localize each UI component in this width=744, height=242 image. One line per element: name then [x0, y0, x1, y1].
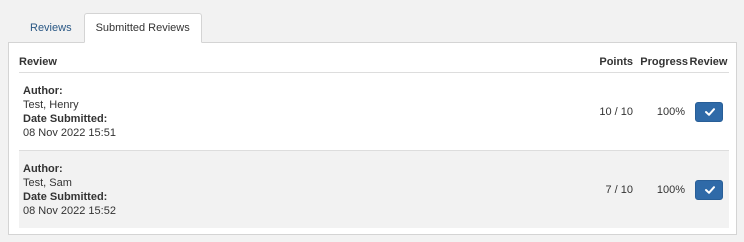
tab-submitted-reviews[interactable]: Submitted Reviews: [83, 13, 202, 43]
review-action-cell: [688, 73, 729, 151]
header-review: Review: [19, 51, 583, 73]
review-button[interactable]: [694, 101, 723, 122]
date-submitted-value: 08 Nov 2022 15:51: [23, 126, 116, 139]
date-submitted-label: Date Submitted:: [23, 190, 108, 203]
tab-reviews[interactable]: Reviews: [18, 13, 84, 42]
review-info: Author: Test, Henry Date Submitted: 08 N…: [19, 73, 583, 151]
date-submitted-label: Date Submitted:: [23, 112, 108, 125]
check-icon: [704, 185, 715, 194]
table-header-row: Review Points Progress Review: [19, 51, 729, 73]
table-row: Author: Test, Sam Date Submitted: 08 Nov…: [19, 150, 729, 228]
progress-value: 100%: [636, 150, 688, 228]
review-action-cell: [688, 150, 729, 228]
header-points: Points: [583, 51, 636, 73]
review-button[interactable]: [694, 179, 723, 200]
table-row: Author: Test, Henry Date Submitted: 08 N…: [19, 73, 729, 151]
author-name: Test, Henry: [23, 98, 79, 111]
author-name: Test, Sam: [23, 176, 72, 189]
author-label: Author:: [23, 84, 63, 97]
review-info: Author: Test, Sam Date Submitted: 08 Nov…: [19, 150, 583, 228]
tab-bar: Reviews Submitted Reviews: [18, 13, 202, 43]
header-review-action: Review: [688, 51, 729, 73]
header-progress: Progress: [636, 51, 688, 73]
points-value: 7 / 10: [583, 150, 636, 228]
submitted-reviews-table: Review Points Progress Review Author: Te…: [19, 51, 729, 228]
author-label: Author:: [23, 162, 63, 175]
date-submitted-value: 08 Nov 2022 15:52: [23, 204, 116, 217]
points-value: 10 / 10: [599, 105, 633, 118]
check-icon: [704, 107, 715, 116]
progress-value: 100%: [656, 105, 685, 118]
submitted-reviews-panel: Review Points Progress Review Author: Te…: [8, 42, 737, 235]
